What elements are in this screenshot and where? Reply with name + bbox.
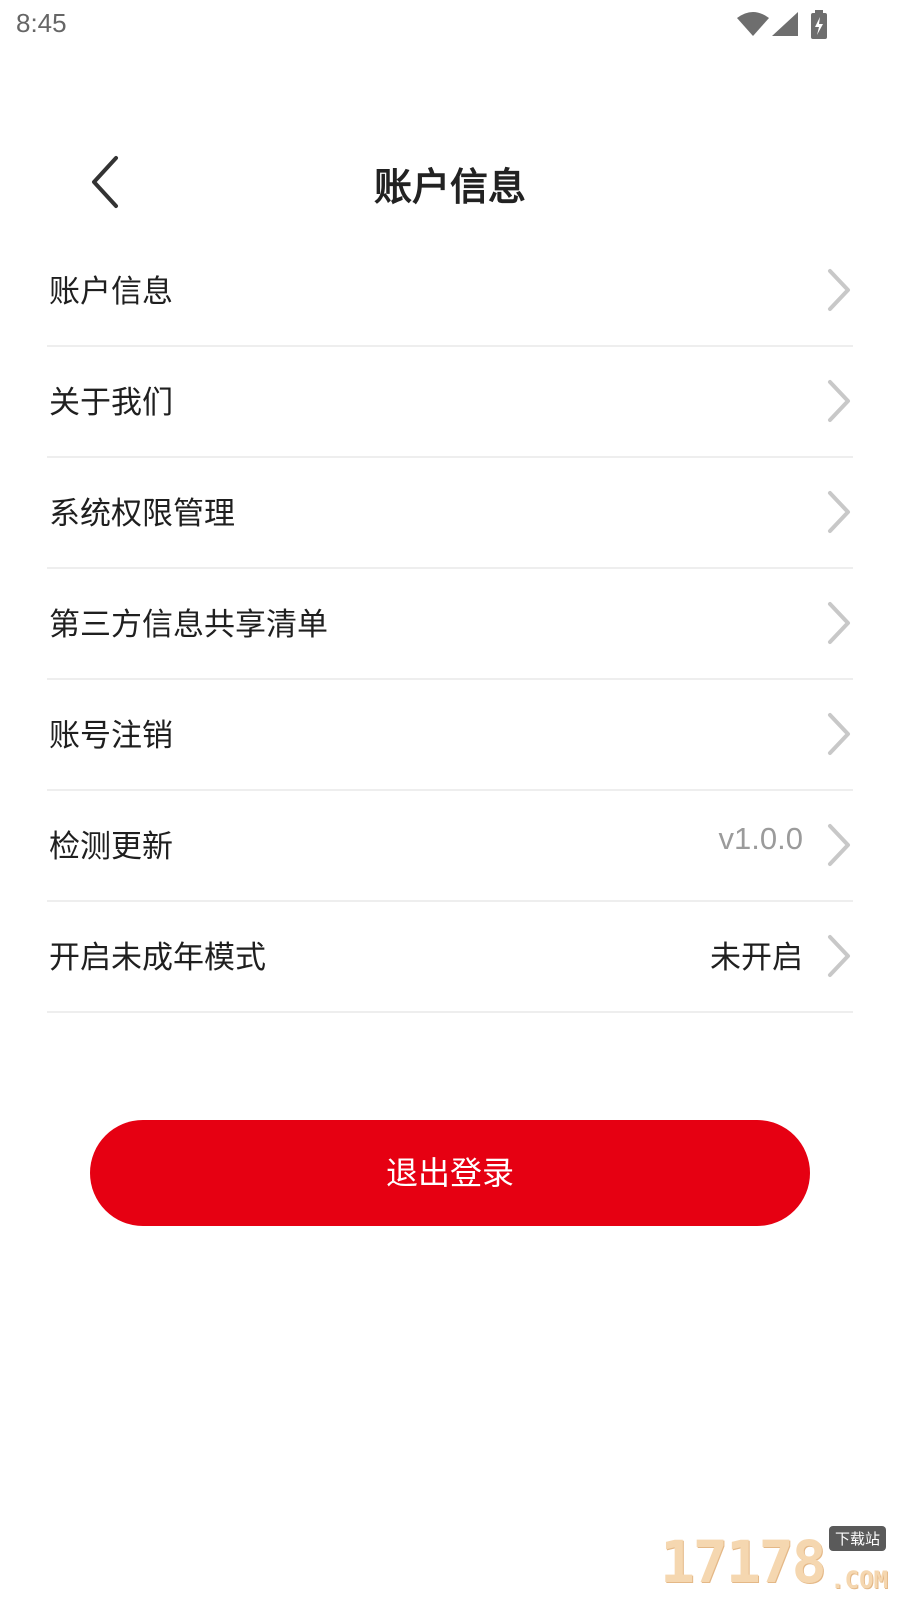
menu-item-about-us[interactable]: 关于我们 xyxy=(47,347,853,458)
status-icons xyxy=(736,10,846,42)
page-title: 账户信息 xyxy=(373,165,526,209)
logout-button[interactable]: 退出登录 xyxy=(90,1120,810,1226)
menu-item-label: 系统权限管理 xyxy=(49,496,235,532)
chevron-right-icon xyxy=(828,269,850,311)
chevron-right-icon xyxy=(828,491,850,533)
chevron-right-icon xyxy=(828,935,850,977)
status-time: 8:45 xyxy=(16,8,67,38)
chevron-right-icon xyxy=(828,824,850,866)
battery-charging-icon xyxy=(811,10,827,39)
menu-item-label: 账户信息 xyxy=(49,274,173,310)
watermark-digits: 17178 xyxy=(660,1528,827,1596)
status-bar: 8:45 xyxy=(0,0,900,50)
settings-menu-list: 账户信息 关于我们 系统权限管理 第三方信息共享清单 账号注销 检测更新 v1.… xyxy=(47,236,853,1013)
watermark-domain: .COM xyxy=(830,1566,888,1594)
version-value: v1.0.0 xyxy=(718,821,803,856)
nav-bar: 账户信息 xyxy=(0,140,900,230)
signal-icon xyxy=(772,12,798,36)
menu-item-account-cancellation[interactable]: 账号注销 xyxy=(47,680,853,791)
menu-item-account-info[interactable]: 账户信息 xyxy=(47,236,853,347)
chevron-right-icon xyxy=(828,713,850,755)
menu-item-label: 检测更新 xyxy=(49,829,173,865)
watermark-tag: 下载站 xyxy=(828,1526,886,1551)
chevron-right-icon xyxy=(828,380,850,422)
minor-mode-status: 未开启 xyxy=(710,940,803,976)
menu-item-label: 账号注销 xyxy=(49,718,173,754)
menu-item-system-permissions[interactable]: 系统权限管理 xyxy=(47,458,853,569)
menu-item-third-party-sharing[interactable]: 第三方信息共享清单 xyxy=(47,569,853,680)
watermark-logo: 17178 下载站 .COM xyxy=(660,1526,890,1596)
menu-item-label: 开启未成年模式 xyxy=(49,940,266,976)
menu-item-label: 第三方信息共享清单 xyxy=(49,607,328,643)
menu-item-minor-mode[interactable]: 开启未成年模式 未开启 xyxy=(47,902,853,1013)
chevron-right-icon xyxy=(828,602,850,644)
wifi-icon xyxy=(737,12,769,36)
menu-item-label: 关于我们 xyxy=(49,385,173,421)
menu-item-check-update[interactable]: 检测更新 v1.0.0 xyxy=(47,791,853,902)
